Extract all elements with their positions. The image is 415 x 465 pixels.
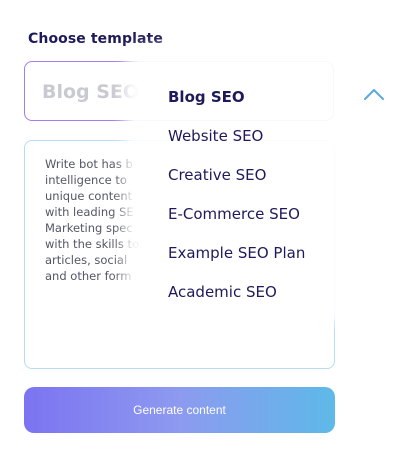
template-form: Choose template Blog SEO Write bot has b…: [0, 0, 415, 465]
chevron-up-icon[interactable]: [362, 86, 386, 102]
template-dropdown-menu: Blog SEO Website SEO Creative SEO E-Comm…: [134, 58, 340, 314]
dropdown-option-creative-seo[interactable]: Creative SEO: [168, 166, 266, 184]
dropdown-option-blog-seo[interactable]: Blog SEO: [168, 88, 245, 106]
choose-template-label: Choose template: [28, 31, 163, 47]
dropdown-option-example-seo-plan[interactable]: Example SEO Plan: [168, 244, 305, 262]
dropdown-option-website-seo[interactable]: Website SEO: [168, 127, 263, 145]
dropdown-option-academic-seo[interactable]: Academic SEO: [168, 283, 277, 301]
generate-content-button[interactable]: Generate content: [24, 387, 335, 433]
template-select-value: Blog SEO: [42, 81, 140, 103]
dropdown-option-ecommerce-seo[interactable]: E-Commerce SEO: [168, 205, 300, 223]
